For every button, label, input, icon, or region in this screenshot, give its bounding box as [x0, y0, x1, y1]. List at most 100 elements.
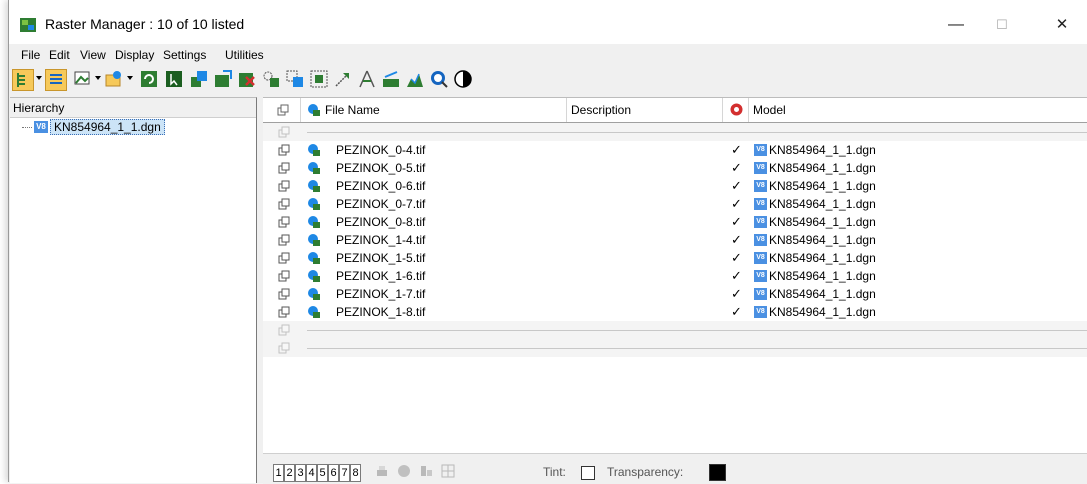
- adjust-icon[interactable]: [381, 69, 401, 89]
- link-icon[interactable]: [278, 288, 290, 300]
- view-button-4[interactable]: 4: [306, 464, 317, 482]
- raster-model-name: KN854964_1_1.dgn: [769, 251, 876, 265]
- attach-raster-icon[interactable]: [73, 69, 93, 89]
- view-button-7[interactable]: 7: [339, 464, 350, 482]
- col-description[interactable]: Description: [567, 98, 723, 122]
- print-icon[interactable]: [375, 464, 389, 478]
- view-button-8[interactable]: 8: [350, 464, 361, 482]
- raster-file-icon: [308, 270, 320, 282]
- raster-file-name[interactable]: PEZINOK_0-4.tif: [336, 143, 425, 157]
- raster-file-name[interactable]: PEZINOK_1-4.tif: [336, 233, 425, 247]
- transparency-color-swatch[interactable]: [709, 464, 726, 481]
- raster-row[interactable]: PEZINOK_0-5.tif ✓ V8 KN854964_1_1.dgn: [263, 159, 1087, 177]
- raster-row[interactable]: PEZINOK_0-7.tif ✓ V8 KN854964_1_1.dgn: [263, 195, 1087, 213]
- raster-file-name[interactable]: PEZINOK_1-7.tif: [336, 287, 425, 301]
- close-button[interactable]: ✕: [1039, 10, 1085, 40]
- display-checkmark[interactable]: ✓: [731, 160, 742, 176]
- display-checkmark[interactable]: ✓: [731, 268, 742, 284]
- tint-checkbox[interactable]: [581, 466, 595, 480]
- view-button-6[interactable]: 6: [328, 464, 339, 482]
- separator-line: [307, 330, 1087, 331]
- hierarchy-toggle-icon[interactable]: [12, 69, 34, 91]
- raster-file-name[interactable]: PEZINOK_0-7.tif: [336, 197, 425, 211]
- histogram-icon[interactable]: [405, 69, 425, 89]
- minimize-button[interactable]: —: [933, 10, 979, 40]
- view-button-5[interactable]: 5: [317, 464, 328, 482]
- raster-file-name[interactable]: PEZINOK_1-8.tif: [336, 305, 425, 319]
- raster-file-name[interactable]: PEZINOK_0-6.tif: [336, 179, 425, 193]
- raster-file-name[interactable]: PEZINOK_0-8.tif: [336, 215, 425, 229]
- view-button-3[interactable]: 3: [295, 464, 306, 482]
- raster-model-name: KN854964_1_1.dgn: [769, 305, 876, 319]
- menu-file[interactable]: File: [21, 48, 40, 62]
- link-icon[interactable]: [278, 252, 290, 264]
- clip-icon[interactable]: [285, 69, 305, 89]
- raster-row[interactable]: PEZINOK_1-8.tif ✓ V8 KN854964_1_1.dgn: [263, 303, 1087, 321]
- display-checkmark[interactable]: ✓: [731, 142, 742, 158]
- raster-row[interactable]: PEZINOK_1-5.tif ✓ V8 KN854964_1_1.dgn: [263, 249, 1087, 267]
- list-view-icon[interactable]: [45, 69, 67, 91]
- col-link-header[interactable]: [263, 98, 301, 122]
- col-model[interactable]: Model: [749, 98, 1087, 122]
- menu-display[interactable]: Display: [115, 48, 154, 62]
- raster-row[interactable]: PEZINOK_0-8.tif ✓ V8 KN854964_1_1.dgn: [263, 213, 1087, 231]
- raster-row[interactable]: PEZINOK_1-6.tif ✓ V8 KN854964_1_1.dgn: [263, 267, 1087, 285]
- link-icon[interactable]: [278, 180, 290, 192]
- link-icon[interactable]: [278, 198, 290, 210]
- move-icon[interactable]: [333, 69, 353, 89]
- menu-utilities[interactable]: Utilities: [225, 48, 264, 62]
- link-icon[interactable]: [278, 234, 290, 246]
- tree-item-model[interactable]: V8 KN854964_1_1.dgn: [22, 119, 165, 135]
- raster-row[interactable]: PEZINOK_1-4.tif ✓ V8 KN854964_1_1.dgn: [263, 231, 1087, 249]
- link-icon[interactable]: [278, 144, 290, 156]
- link-icon[interactable]: [278, 216, 290, 228]
- raster-file-name[interactable]: PEZINOK_1-5.tif: [336, 251, 425, 265]
- display-checkmark[interactable]: ✓: [731, 304, 742, 320]
- display-checkmark[interactable]: ✓: [731, 232, 742, 248]
- attach-dropdown-icon[interactable]: [95, 76, 101, 80]
- transform-icon[interactable]: [261, 69, 281, 89]
- raster-row[interactable]: PEZINOK_1-7.tif ✓ V8 KN854964_1_1.dgn: [263, 285, 1087, 303]
- menu-settings[interactable]: Settings: [163, 48, 206, 62]
- hierarchy-dropdown-icon[interactable]: [36, 76, 42, 80]
- display-checkmark[interactable]: ✓: [731, 196, 742, 212]
- warp-icon[interactable]: [357, 69, 377, 89]
- contrast-icon[interactable]: [453, 69, 473, 89]
- display-checkmark[interactable]: ✓: [731, 178, 742, 194]
- menu-edit[interactable]: Edit: [49, 48, 70, 62]
- tree-item-label[interactable]: KN854964_1_1.dgn: [50, 119, 165, 135]
- col-description-label: Description: [571, 103, 632, 117]
- model-icon: V8: [754, 252, 767, 264]
- detach-icon[interactable]: [237, 69, 257, 89]
- export-icon[interactable]: [213, 69, 233, 89]
- merge-icon[interactable]: [189, 69, 209, 89]
- globe-icon[interactable]: [397, 464, 411, 478]
- view-button-1[interactable]: 1: [273, 464, 284, 482]
- raster-row[interactable]: PEZINOK_0-4.tif ✓ V8 KN854964_1_1.dgn: [263, 141, 1087, 159]
- grid-icon[interactable]: [441, 464, 455, 478]
- open-raster-icon[interactable]: [104, 69, 124, 89]
- col-file-name[interactable]: File Name: [301, 98, 567, 122]
- layers-icon[interactable]: [419, 464, 433, 478]
- transparency-label: Transparency:: [607, 465, 684, 479]
- link-icon[interactable]: [278, 162, 290, 174]
- link-icon[interactable]: [278, 270, 290, 282]
- view-button-2[interactable]: 2: [284, 464, 295, 482]
- select-icon[interactable]: [164, 69, 184, 89]
- link-icon[interactable]: [278, 306, 290, 318]
- fit-icon[interactable]: [309, 69, 329, 89]
- reload-icon[interactable]: [139, 69, 159, 89]
- open-dropdown-icon[interactable]: [127, 76, 133, 80]
- maximize-button[interactable]: ☐: [979, 10, 1025, 40]
- display-checkmark[interactable]: ✓: [731, 214, 742, 230]
- col-model-label: Model: [753, 103, 786, 117]
- raster-row[interactable]: PEZINOK_0-6.tif ✓ V8 KN854964_1_1.dgn: [263, 177, 1087, 195]
- menu-view[interactable]: View: [80, 48, 106, 62]
- col-display-header[interactable]: [723, 98, 749, 122]
- display-checkmark[interactable]: ✓: [731, 286, 742, 302]
- display-checkmark[interactable]: ✓: [731, 250, 742, 266]
- view-icon[interactable]: [429, 69, 449, 89]
- raster-file-name[interactable]: PEZINOK_0-5.tif: [336, 161, 425, 175]
- raster-file-name[interactable]: PEZINOK_1-6.tif: [336, 269, 425, 283]
- link-icon: [278, 126, 290, 138]
